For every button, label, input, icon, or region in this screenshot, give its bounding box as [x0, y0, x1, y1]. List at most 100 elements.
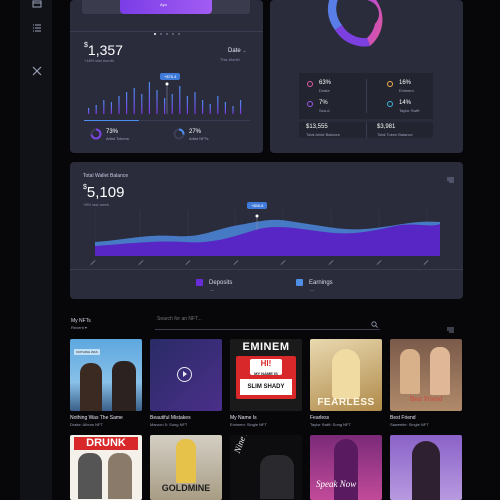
nft-card-drunk[interactable]: DRUNK	[70, 435, 142, 500]
album-art: EMINEM HI! MY NAME IS SLIM SHADY	[230, 339, 302, 411]
album-art-text: Nine Lives	[232, 435, 254, 454]
chart-bar	[110, 102, 112, 114]
nft-title: Nothing Was The Same	[70, 415, 123, 421]
nft-subtitle: Saweetie: Single NFT	[390, 422, 429, 427]
list-icon[interactable]	[32, 23, 42, 33]
x-axis-tick	[185, 260, 191, 265]
wallet-value: $5,109	[83, 184, 124, 202]
chart-bar	[88, 108, 90, 114]
artist-balance-card: Ayo $1,357 +18% last month Date ⌄ This M…	[70, 0, 263, 153]
chevron-down-icon: ⌄	[242, 48, 247, 54]
chart-bar	[217, 96, 219, 114]
album-art: Nine Lives	[230, 435, 302, 500]
deposits-legend-swatch	[196, 279, 203, 286]
chart-scroll-indicator[interactable]	[84, 120, 139, 121]
chart-bar	[186, 96, 188, 114]
x-axis-tick	[90, 260, 96, 265]
x-axis-tick	[376, 260, 382, 265]
legend-value: 63%	[319, 80, 332, 86]
nft-card-portrait[interactable]	[390, 435, 462, 500]
portfolio-totals: $13,555 Total Artist Balance $3,981 Tota…	[299, 122, 433, 138]
date-select-sub: This Month	[220, 57, 240, 62]
tools-icon[interactable]	[32, 66, 42, 76]
carousel-card[interactable]: Ayo	[120, 0, 212, 14]
album-art: NOTHING WAS THE SAME	[70, 339, 142, 411]
wallet-change: +8% last week	[83, 202, 109, 207]
total-artist-balance-value: $13,555	[306, 124, 328, 130]
total-artist-balance-label: Total Artist Balance	[306, 132, 341, 137]
nft-card-fearless[interactable]: FEARLESS Fearless Taylor Swift: Song NFT	[310, 339, 382, 427]
sidebar	[20, 0, 52, 500]
earnings-legend-sub: —	[310, 287, 314, 292]
artist-nfts-ring	[173, 128, 185, 140]
album-art	[150, 339, 222, 411]
search-field[interactable]	[155, 312, 380, 330]
artist-balance-change: +18% last month	[84, 58, 114, 63]
artist-balance-amount: 1,357	[87, 42, 123, 58]
legend-label: Taylor Swift	[399, 108, 420, 113]
legend-value: 16%	[399, 80, 412, 86]
nft-card-nine-lives[interactable]: Nine Lives	[230, 435, 302, 500]
carousel-card-label: Ayo	[160, 2, 167, 7]
search-input[interactable]	[155, 315, 359, 323]
artist-nfts-value: 27%	[189, 129, 202, 135]
album-art-text: FEARLESS	[317, 397, 375, 408]
chart-bar	[133, 88, 135, 114]
album-art: DRUNK	[70, 435, 142, 500]
artist-tokens-value: 73%	[106, 129, 119, 135]
album-art-text: Speak Now	[316, 479, 357, 489]
date-select[interactable]: Date ⌄	[228, 48, 247, 54]
x-axis-tick	[138, 260, 144, 265]
nft-card-my-name-is[interactable]: EMINEM HI! MY NAME IS SLIM SHADY My Name …	[230, 339, 302, 427]
nft-subtitle: Maroon 5: Song NFT	[150, 422, 188, 427]
deposits-legend-sub: —	[210, 287, 214, 292]
chart-bar	[126, 92, 128, 114]
chart-bar	[224, 102, 226, 114]
total-token-balance-value: $3,981	[377, 124, 396, 130]
wallet-title: Total Wallet Balance	[83, 173, 129, 179]
wallet-menu-icon[interactable]	[447, 170, 454, 188]
nft-card-goldmine[interactable]: GOLDMINE	[150, 435, 222, 500]
sort-select-label: Recent	[71, 325, 84, 330]
x-axis-tick	[328, 260, 334, 265]
nft-card-best-friend[interactable]: Best Friend Best Friend Saweetie: Single…	[390, 339, 462, 427]
nfts-menu-icon[interactable]	[447, 320, 454, 338]
total-token-balance-label: Total Token Balance	[377, 132, 413, 137]
legend-ring-icon	[387, 101, 393, 107]
nft-card-beautiful-mistakes[interactable]: Beautiful Mistakes Maroon 5: Song NFT	[150, 339, 222, 427]
artist-bar-chart	[88, 82, 242, 114]
sort-select[interactable]: Recent ▾	[71, 325, 87, 330]
divider	[70, 269, 463, 270]
wallet-card: Total Wallet Balance $5,109 +8% last wee…	[70, 162, 463, 299]
nft-subtitle: Drake: Album NFT	[70, 422, 103, 427]
deposits-legend-label: Deposits	[209, 280, 233, 286]
nft-subtitle: Eminem: Single NFT	[230, 422, 267, 427]
chart-bar	[164, 98, 166, 114]
wallet-area-chart	[95, 210, 440, 256]
chart-bar	[240, 100, 242, 114]
earnings-legend-swatch	[296, 279, 303, 286]
album-art-text: Best Friend	[409, 395, 443, 403]
chart-scroll-track	[140, 120, 250, 121]
nft-card-nothing-was-the-same[interactable]: NOTHING WAS THE SAME Nothing Was The Sam…	[70, 339, 142, 427]
my-nfts-title: My NFTs	[71, 318, 91, 324]
nft-title: Best Friend	[390, 415, 416, 421]
album-art: FEARLESS	[310, 339, 382, 411]
artist-tokens-label: Artist Tokens	[106, 136, 129, 141]
x-axis-tick	[423, 260, 429, 265]
chart-bar	[194, 92, 196, 114]
chart-bar	[156, 90, 158, 114]
legend-ring-icon	[307, 81, 313, 87]
x-axis-tick	[280, 260, 286, 265]
nft-card-speak-now[interactable]: Speak Now	[310, 435, 382, 500]
date-select-label: Date	[228, 48, 241, 54]
window-icon[interactable]	[32, 0, 42, 10]
album-art-text: DRUNK	[74, 437, 138, 450]
play-icon[interactable]	[177, 367, 192, 382]
chart-bar	[202, 100, 204, 114]
legend-label: Sza-d	[319, 108, 330, 113]
chart-bar	[141, 94, 143, 114]
search-icon[interactable]	[371, 315, 378, 333]
chart-bar	[209, 104, 211, 114]
album-art-text: NOTHING WAS THE SAME	[74, 349, 100, 355]
